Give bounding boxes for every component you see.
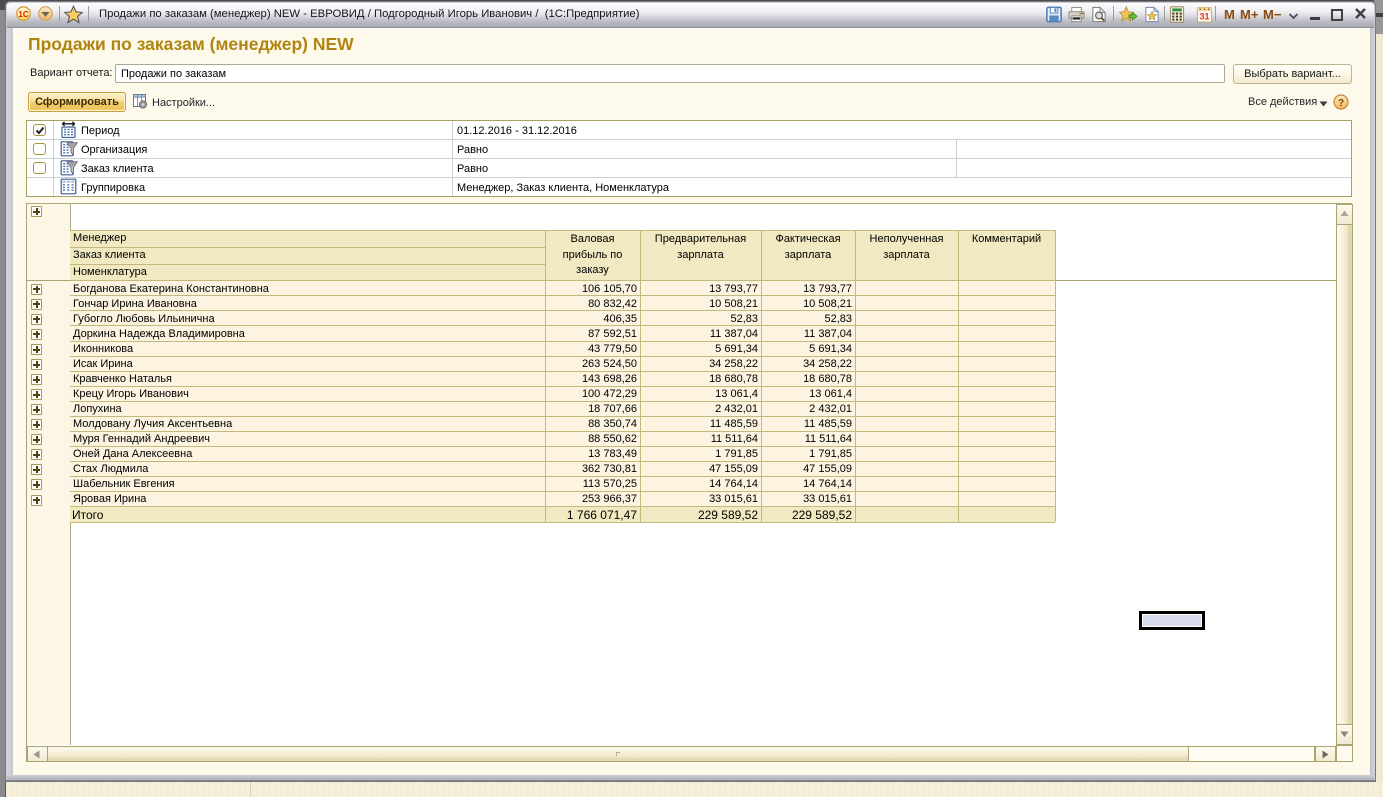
svg-text:1С: 1С: [18, 10, 28, 19]
svg-text:31: 31: [1200, 12, 1210, 22]
svg-text:?: ?: [1338, 98, 1344, 109]
